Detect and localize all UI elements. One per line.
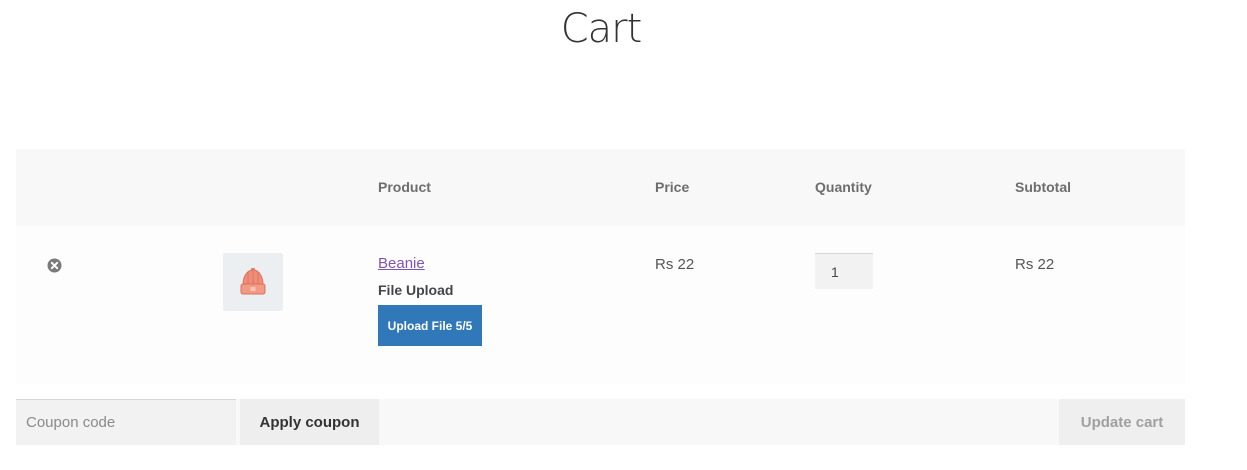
column-header-subtotal: Subtotal — [1015, 179, 1071, 195]
column-header-product: Product — [378, 179, 431, 195]
coupon-code-input[interactable] — [16, 399, 236, 445]
quantity-input[interactable] — [815, 253, 873, 289]
column-header-price: Price — [655, 179, 690, 195]
file-upload-label: File Upload — [378, 282, 454, 298]
cart-item-row: Beanie File Upload Upload File 5/5 Rs 22… — [16, 226, 1185, 384]
cart-actions: Apply coupon Update cart — [16, 399, 1185, 445]
page-title: Cart — [560, 6, 643, 52]
update-cart-button[interactable]: Update cart — [1059, 399, 1185, 445]
upload-file-button[interactable]: Upload File 5/5 — [378, 305, 482, 346]
product-thumbnail[interactable] — [223, 253, 283, 311]
apply-coupon-button[interactable]: Apply coupon — [240, 399, 379, 445]
item-price: Rs 22 — [655, 256, 695, 273]
cart-table-header: Product Price Quantity Subtotal — [16, 149, 1185, 226]
item-subtotal: Rs 22 — [1015, 256, 1055, 273]
product-name-link[interactable]: Beanie — [378, 255, 425, 272]
beanie-hat-icon — [240, 268, 266, 295]
remove-item-icon[interactable] — [47, 258, 62, 273]
column-header-quantity: Quantity — [815, 179, 872, 195]
